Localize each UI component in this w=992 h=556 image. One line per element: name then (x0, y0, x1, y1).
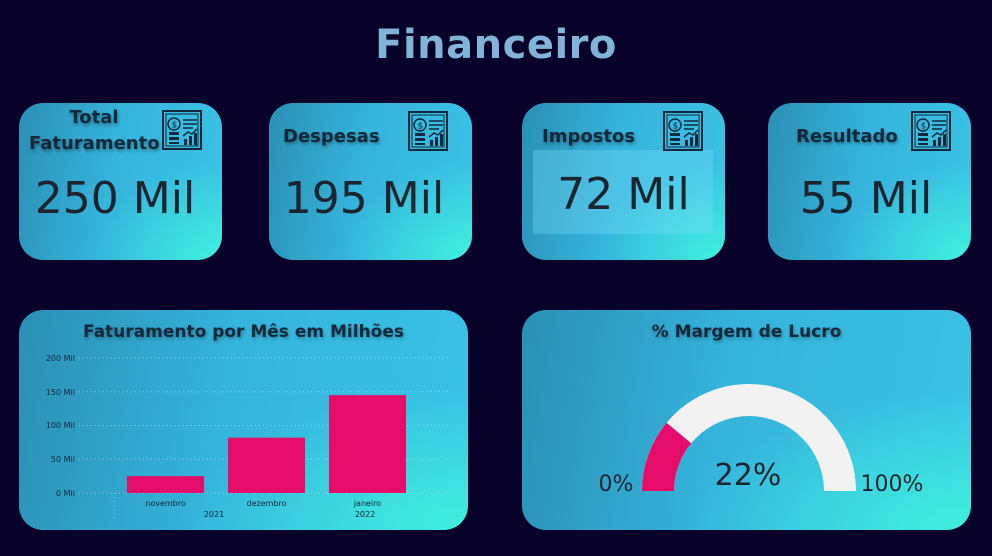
y-tick-label: 0 Mil (56, 489, 75, 498)
kpi-card-resultado[interactable]: Resultado $ 55 Mil (768, 103, 971, 260)
category-label: dezembro (247, 499, 287, 508)
kpi-value: 250 Mil (34, 173, 196, 224)
bar-janeiro[interactable] (329, 395, 406, 493)
y-tick-label: 200 Mil (46, 354, 75, 363)
margin-gauge: 22% 0% 100% (599, 384, 924, 497)
gauge-max-label: 100% (861, 472, 924, 497)
svg-text:$: $ (172, 121, 178, 131)
bar-novembro[interactable] (127, 476, 204, 493)
kpi-card-despesas[interactable]: Despesas $ 195 Mil (269, 103, 472, 260)
kpi-label: Total Faturamento (29, 107, 160, 154)
revenue-chart-panel[interactable]: Faturamento por Mês em Milhões 200 Mil 1… (19, 310, 468, 530)
year-label-2022: 2022 (355, 510, 375, 519)
kpi-label: Impostos (542, 126, 636, 147)
svg-text:$: $ (418, 122, 424, 132)
y-tick-label: 100 Mil (46, 421, 75, 430)
financial-report-icon: $ (663, 111, 703, 151)
gauge-min-label: 0% (599, 472, 634, 497)
revenue-bar-chart: 200 Mil 150 Mil 100 Mil 50 Mil 0 Mil nov… (46, 354, 449, 520)
kpi-value: 55 Mil (799, 173, 933, 224)
year-label-2021: 2021 (204, 510, 224, 519)
kpi-label: Despesas (283, 126, 380, 147)
category-label: janeiro (353, 499, 381, 508)
category-label: novembro (145, 499, 186, 508)
financial-report-icon: $ (408, 111, 448, 151)
kpi-value: 72 Mil (557, 169, 690, 220)
y-tick-label: 150 Mil (46, 388, 75, 397)
kpi-value: 195 Mil (283, 173, 445, 224)
page-title: Financeiro (375, 22, 617, 68)
kpi-card-impostos[interactable]: Impostos $ 72 Mil (522, 103, 725, 260)
y-tick-label: 50 Mil (51, 455, 75, 464)
svg-text:$: $ (673, 122, 679, 132)
gauge-value-label: 22% (715, 458, 782, 493)
svg-text:$: $ (921, 122, 927, 132)
bar-dezembro[interactable] (228, 437, 305, 493)
kpi-label: Resultado (796, 126, 898, 147)
margin-gauge-panel[interactable]: % Margem de Lucro 22% 0% 100% (522, 310, 971, 530)
financial-report-icon: $ (162, 110, 202, 150)
financial-report-icon: $ (911, 111, 951, 151)
kpi-card-total-faturamento[interactable]: Total Faturamento $ 250 Mil (19, 103, 222, 260)
